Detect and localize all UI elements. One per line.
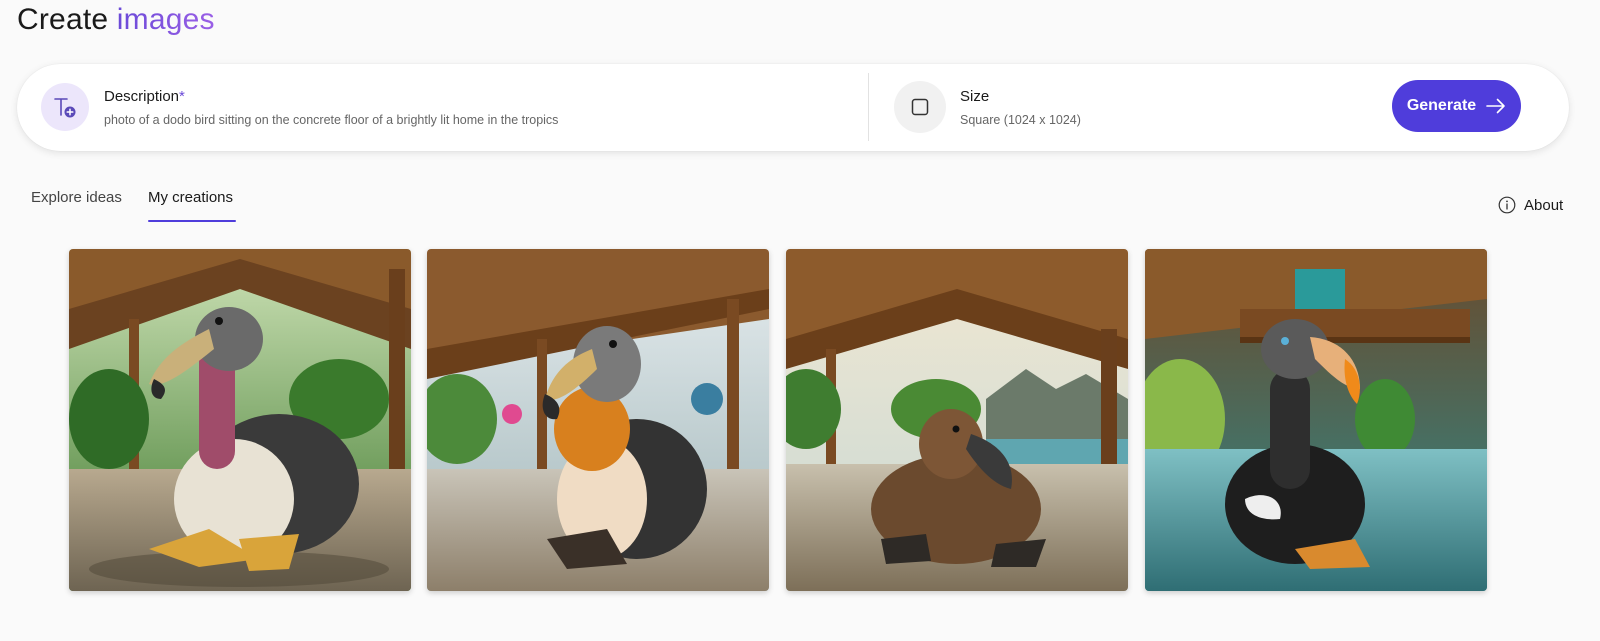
info-icon (1498, 196, 1516, 214)
generated-image-4[interactable] (1145, 249, 1487, 591)
prompt-divider (868, 73, 869, 141)
generated-image-2[interactable] (427, 249, 769, 591)
text-add-icon (41, 83, 89, 131)
page-title: Create images (17, 0, 215, 40)
page-title-accent: images (116, 3, 215, 36)
tab-my-creations[interactable]: My creations (148, 184, 236, 222)
about-label: About (1524, 196, 1564, 214)
generated-image-1[interactable] (69, 249, 411, 591)
generate-button[interactable]: Generate (1392, 80, 1521, 132)
tab-explore-ideas[interactable]: Explore ideas (31, 184, 122, 222)
description-input[interactable]: photo of a dodo bird sitting on the conc… (104, 113, 558, 127)
required-marker: * (179, 88, 185, 105)
prompt-bar: Description* photo of a dodo bird sittin… (17, 64, 1569, 151)
page-title-main: Create (17, 3, 109, 36)
description-label-text: Description (104, 88, 180, 105)
square-icon[interactable] (894, 81, 946, 133)
size-label: Size (960, 88, 990, 105)
arrow-right-icon (1486, 98, 1505, 114)
description-label: Description* (104, 88, 185, 105)
create-images-page: Create images Description* photo of a do… (0, 0, 1600, 641)
size-select[interactable]: Square (1024 x 1024) (960, 113, 1081, 127)
generate-label: Generate (1406, 97, 1477, 114)
generated-image-3[interactable] (786, 249, 1128, 591)
about-button[interactable]: About (1498, 196, 1563, 214)
